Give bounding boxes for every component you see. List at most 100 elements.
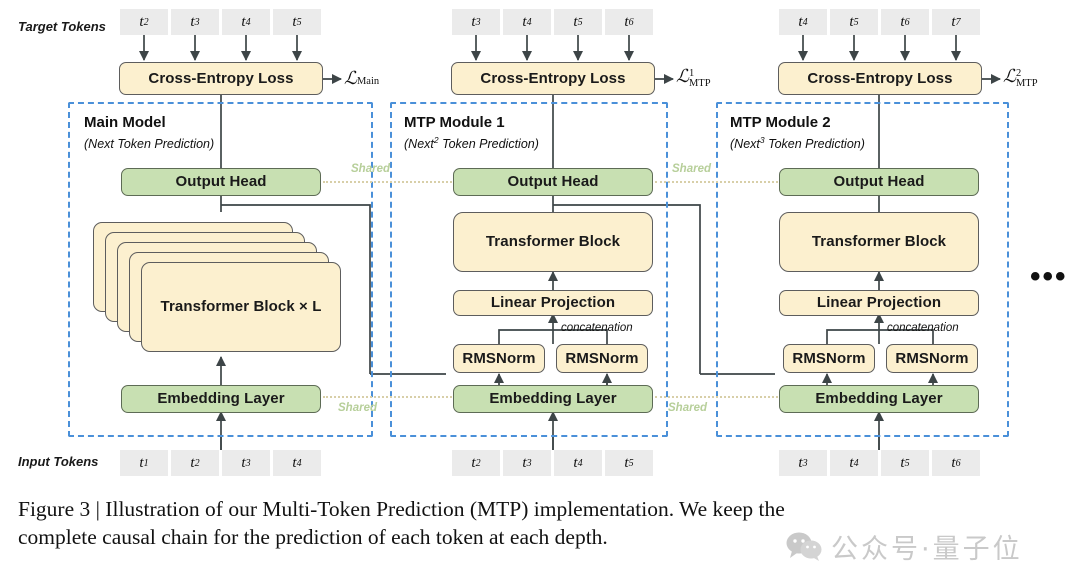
token-subscript: 5 [853,16,859,28]
watermark-text: 公众号·量子位 [831,534,1023,565]
mtp-module-1-title: MTP Module 1 [404,114,505,131]
mtp2-embedding-layer[interactable]: Embedding Layer [779,385,979,413]
mtp1-linear-projection[interactable]: Linear Projection [453,290,653,316]
shared-link-embedding-1 [323,396,463,398]
mtp1-rmsnorm-left[interactable]: RMSNorm [453,344,545,373]
loss-script-l: ℒ [676,66,689,86]
mtp2-output-head[interactable]: Output Head [779,168,979,196]
input-token-chip: t2 [452,450,500,476]
target-token-chip: t4 [779,9,827,35]
target-token-chip: t3 [452,9,500,35]
subtitle-post: Token Prediction) [113,137,215,152]
target-token-chip: t3 [171,9,219,35]
mtp-module-2-title: MTP Module 2 [730,114,831,131]
token-subscript: 4 [526,16,532,28]
mtp1-rmsnorm-right[interactable]: RMSNorm [556,344,648,373]
cross-entropy-loss-box[interactable]: Cross-Entropy Loss [451,62,655,95]
target-token-chip: t5 [554,9,602,35]
token-subscript: 2 [475,457,481,469]
input-token-chip: t4 [830,450,878,476]
subtitle-pre: (Next [84,137,114,152]
token-subscript: 3 [245,457,251,469]
loss-symbol-mtp1: ℒ 1 MTP [676,66,711,89]
target-token-chip: t5 [830,9,878,35]
input-token-chip: t2 [171,450,219,476]
token-subscript: 3 [802,457,808,469]
token-subscript: 5 [296,16,302,28]
token-subscript: 3 [194,16,200,28]
more-modules-ellipsis: ••• [1030,260,1068,293]
input-token-chip: t4 [554,450,602,476]
figure-canvas: Target Tokens Input Tokens t2 t3 t4 t5 t… [0,0,1080,581]
mtp-module-2-subtitle: (Next3 Token Prediction) [730,135,865,151]
main-model-subtitle: (Next Token Prediction) [84,135,214,151]
cross-entropy-loss-box[interactable]: Cross-Entropy Loss [119,62,323,95]
wechat-icon [786,532,822,561]
caption-line-1: Figure 3 | Illustration of our Multi-Tok… [18,497,785,521]
token-subscript: 5 [904,457,910,469]
input-token-chip: t5 [605,450,653,476]
input-token-chip: t6 [932,450,980,476]
main-output-head[interactable]: Output Head [121,168,321,196]
loss-symbol-main: ℒMain [344,68,379,89]
token-subscript: 6 [628,16,634,28]
token-subscript: 2 [143,16,149,28]
input-token-chip: t3 [779,450,827,476]
mtp2-transformer-block[interactable]: Transformer Block [779,212,979,272]
cross-entropy-loss-box[interactable]: Cross-Entropy Loss [778,62,982,95]
mtp1-transformer-block[interactable]: Transformer Block [453,212,653,272]
shared-label-embedding-2: Shared [668,402,707,414]
token-subscript: 4 [296,457,302,469]
input-tokens-label: Input Tokens [18,454,99,469]
loss-subscript: Main [356,76,380,87]
token-subscript: 5 [577,16,583,28]
mtp-module-1-subtitle: (Next2 Token Prediction) [404,135,539,151]
main-transformer-block[interactable]: Transformer Block × L [141,262,341,352]
main-embedding-layer[interactable]: Embedding Layer [121,385,321,413]
shared-label-embedding-1: Shared [338,402,377,414]
target-token-chip: t4 [503,9,551,35]
mtp2-rmsnorm-left[interactable]: RMSNorm [783,344,875,373]
subtitle-post: Token Prediction) [438,137,539,152]
target-token-chip: t5 [273,9,321,35]
shared-link-output-head [323,181,463,183]
subtitle-pre: (Next [404,137,434,152]
watermark: 公众号·量子位 [786,527,1023,566]
target-tokens-label: Target Tokens [18,19,106,34]
input-token-chip: t4 [273,450,321,476]
main-model-title: Main Model [84,114,166,131]
target-token-chip: t6 [881,9,929,35]
token-subscript: 3 [526,457,532,469]
input-token-chip: t5 [881,450,929,476]
token-subscript: 1 [143,457,149,469]
loss-subscript: MTP [1015,78,1038,90]
shared-link-output-head-2 [655,181,790,183]
token-subscript: 6 [955,457,961,469]
shared-link-embedding-2 [655,396,790,398]
token-subscript: 6 [904,16,910,28]
shared-label-output-head-2: Shared [672,163,711,175]
token-subscript: 4 [245,16,251,28]
loss-script-l: ℒ [1003,66,1016,86]
target-token-chip: t4 [222,9,270,35]
token-subscript: 4 [853,457,859,469]
mtp1-embedding-layer[interactable]: Embedding Layer [453,385,653,413]
subtitle-post: Token Prediction) [764,137,865,152]
subtitle-pre: (Next [730,137,760,152]
target-token-chip: t6 [605,9,653,35]
mtp1-output-head[interactable]: Output Head [453,168,653,196]
token-subscript: 4 [802,16,808,28]
input-token-chip: t3 [503,450,551,476]
loss-script-l: ℒ [344,68,357,88]
main-transformer-block-label: Transformer Block × L [160,298,322,316]
mtp2-concatenation-label: concatenation [887,322,959,334]
shared-label-output-head-1: Shared [351,163,390,175]
input-token-chip: t1 [120,450,168,476]
mtp2-linear-projection[interactable]: Linear Projection [779,290,979,316]
input-token-chip: t3 [222,450,270,476]
mtp1-concatenation-label: concatenation [561,322,633,334]
loss-symbol-mtp2: ℒ 2 MTP [1003,66,1038,89]
loss-subscript: MTP [688,78,711,90]
token-subscript: 2 [194,457,200,469]
mtp2-rmsnorm-right[interactable]: RMSNorm [886,344,978,373]
